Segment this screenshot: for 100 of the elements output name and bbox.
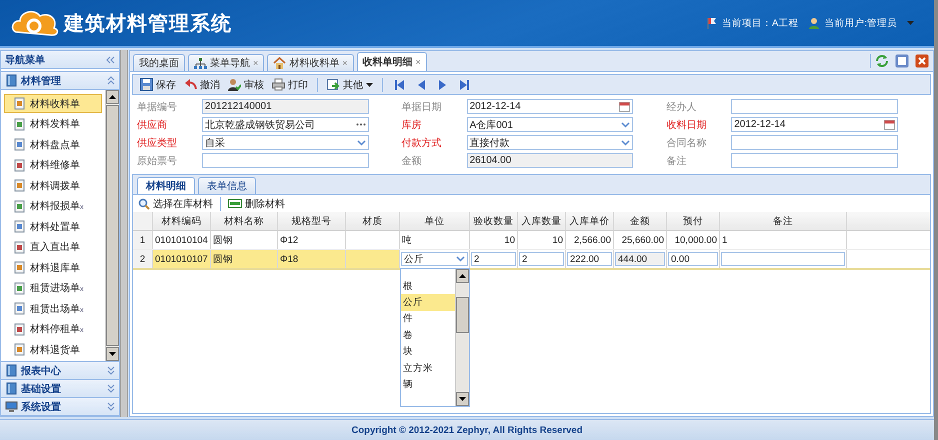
scroll-thumb[interactable] (106, 105, 119, 346)
dropdown-option[interactable]: 块 (401, 344, 455, 360)
menu-item[interactable]: 材料盘点单 (4, 135, 102, 154)
toolbar-button[interactable]: 审核 (225, 76, 267, 93)
field-label: 付款方式 (402, 136, 443, 150)
input-field[interactable] (731, 135, 898, 150)
dropdown-option[interactable]: 件 (401, 310, 455, 328)
scrollbar[interactable] (105, 90, 119, 361)
accordion-header[interactable]: 报表中心 (1, 362, 119, 380)
close-icon[interactable] (915, 54, 929, 68)
input-field[interactable]: 26104.00 (466, 153, 634, 168)
tab[interactable]: 材料明细 (137, 177, 195, 194)
dropdown-option[interactable]: 公斤 (401, 294, 455, 311)
toolbar-button[interactable]: 删除材料 (225, 195, 288, 212)
scrollbar[interactable] (455, 269, 469, 406)
input-field[interactable]: 0.00 (668, 252, 718, 266)
input-field[interactable]: 2 (519, 252, 564, 266)
tab[interactable]: 表单信息 (198, 177, 256, 194)
tab[interactable]: 材料收料单 × (267, 54, 354, 71)
toolbar-button[interactable]: 选择在库材料 (135, 195, 216, 212)
toolbar-button[interactable]: 撤消 (181, 76, 223, 93)
calendar-icon[interactable] (884, 119, 896, 130)
panel-title: 导航菜单 (5, 53, 45, 66)
chevron-icon[interactable] (356, 140, 366, 146)
tab[interactable]: 我的桌面 (133, 54, 185, 71)
menu-item[interactable]: 直入直出单 (4, 238, 102, 256)
tab[interactable]: 收料单明细 × (356, 52, 427, 71)
next-icon[interactable] (439, 80, 446, 90)
tab[interactable]: 菜单导航 × (188, 54, 264, 71)
column-header[interactable]: 材料名称 (211, 212, 278, 230)
tab-close[interactable]: × (416, 57, 421, 67)
input-field[interactable]: 222.00 (567, 252, 612, 266)
input-field[interactable]: 北京乾盛成钢铁贸易公司 (202, 117, 369, 132)
input-field[interactable]: 2 (471, 252, 516, 266)
refresh-icon[interactable] (875, 54, 889, 68)
accordion-header[interactable]: 系统设置 (1, 398, 119, 416)
select-field[interactable]: 直接付款 (466, 135, 634, 150)
dropdown-option[interactable]: 辆 (401, 376, 455, 393)
input-field[interactable] (731, 99, 898, 114)
user-check-icon (228, 78, 241, 91)
column-header[interactable]: 入库数量 (518, 212, 566, 230)
first-page-icon[interactable] (395, 80, 404, 90)
printer-icon (272, 78, 285, 91)
caret-icon[interactable] (907, 21, 914, 25)
field-label: 备注 (666, 154, 688, 168)
field-label: 合同名称 (666, 136, 708, 150)
scroll-down-icon[interactable] (109, 352, 116, 356)
toolbar-button[interactable]: 其他 (324, 76, 376, 93)
column-header[interactable]: 材质 (346, 212, 400, 230)
select-field[interactable]: 自采 (202, 135, 369, 150)
collapse-icon[interactable] (106, 56, 115, 64)
column-header[interactable]: 预付 (667, 212, 720, 230)
menu-item[interactable]: 材料退库单 (4, 258, 102, 277)
date-field[interactable]: 2012-12-14 (466, 99, 634, 114)
menu-item[interactable]: 材料收料单 (4, 94, 102, 113)
chevron-icon[interactable] (621, 140, 630, 146)
table-cell: 25,660.00 (614, 231, 667, 249)
menu-item[interactable]: 材料处置单 (4, 217, 102, 236)
column-header[interactable]: 验收数量 (470, 212, 518, 230)
fullscreen-icon[interactable] (895, 54, 909, 68)
column-header[interactable]: 备注 (720, 212, 847, 230)
dropdown-option[interactable]: 立方米 (401, 360, 455, 376)
menu-item[interactable]: 材料发料单 (4, 114, 102, 134)
toolbar-button[interactable]: 保存 (137, 76, 179, 93)
user-icon (808, 17, 820, 29)
dropdown-option[interactable]: 卷 (401, 327, 455, 344)
input-field[interactable]: 444.00 (615, 252, 665, 266)
input-field[interactable] (202, 153, 369, 168)
select-field[interactable]: 公斤 (401, 252, 468, 266)
menu-item[interactable]: 材料维修单 (4, 156, 102, 174)
column-header[interactable]: 规格型号 (278, 212, 346, 230)
scroll-thumb[interactable] (456, 297, 469, 333)
column-header[interactable]: 金额 (614, 212, 667, 230)
scroll-down-icon[interactable] (459, 397, 466, 401)
chevron-icon[interactable] (621, 122, 630, 128)
calendar-icon[interactable] (619, 101, 630, 112)
toolbar-button[interactable]: 打印 (269, 76, 311, 93)
input-field[interactable]: 201212140001 (202, 99, 369, 114)
previous-icon[interactable] (418, 80, 425, 90)
last-page-icon[interactable] (460, 80, 469, 90)
accordion-header[interactable]: 基础设置 (1, 380, 119, 398)
input-field[interactable] (721, 252, 845, 266)
menu-item[interactable]: 材料退货单 (4, 340, 102, 359)
table-cell: 10,000.00 (667, 231, 720, 249)
document-icon (13, 343, 26, 356)
scroll-up-icon[interactable] (109, 95, 116, 99)
input-field[interactable] (731, 153, 898, 168)
column-header[interactable]: 单位 (400, 212, 470, 230)
dropdown-option[interactable]: 根 (401, 278, 455, 294)
column-header[interactable]: 入库单价 (566, 212, 614, 230)
column-header[interactable]: 材料编码 (153, 212, 211, 230)
document-icon (13, 220, 26, 233)
select-field[interactable]: A仓库001 (466, 117, 634, 132)
more-icon[interactable] (356, 123, 366, 126)
menu-item[interactable]: 材料调拨单 (4, 176, 102, 195)
accordion-header[interactable]: 材料管理 (1, 71, 119, 90)
current-user[interactable]: 当前用户:管理员 (824, 16, 897, 30)
chevron-icon[interactable] (456, 256, 465, 262)
scroll-up-icon[interactable] (459, 274, 466, 278)
date-field[interactable]: 2012-12-14 (731, 117, 898, 132)
